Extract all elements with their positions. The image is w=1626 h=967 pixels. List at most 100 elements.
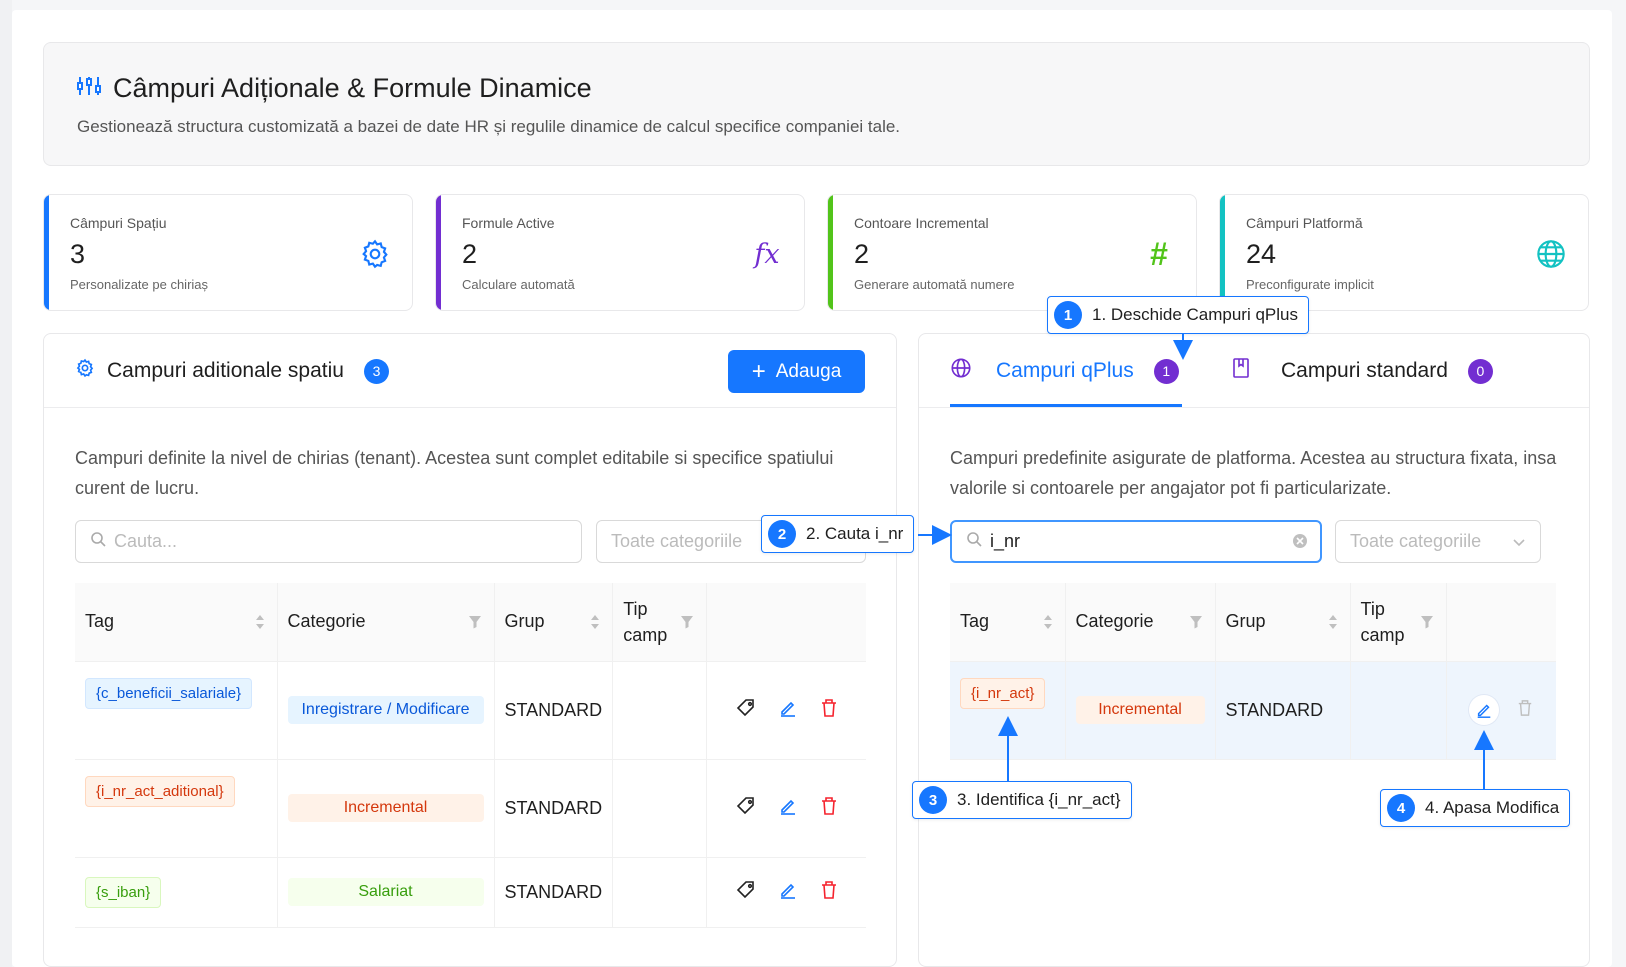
tip-cell: [612, 857, 708, 928]
group-cell: STANDARD: [494, 661, 614, 760]
panel-tabs: Campuri qPlus 1 Campuri standard 0: [919, 334, 1589, 408]
column-header-tip-camp[interactable]: Tip camp: [1350, 583, 1447, 662]
table-row: {s_iban} Salariat STANDARD: [75, 857, 866, 928]
panel-additional-fields: Campuri aditionale spatiu 3 + Adauga Cam…: [43, 333, 897, 967]
panel-title-text: Campuri aditionale spatiu: [107, 359, 344, 382]
step-number: 4: [1387, 794, 1415, 822]
group-cell: STANDARD: [1215, 661, 1351, 760]
search-input[interactable]: Cauta...: [75, 520, 582, 563]
tab-label: Campuri qPlus: [996, 359, 1134, 382]
page-header: Câmpuri Adiționale & Formule Dinamice Ge…: [43, 42, 1590, 166]
category-placeholder: Toate categoriile: [611, 531, 743, 551]
field-tag: {c_beneficii_salariale}: [85, 677, 253, 709]
clear-icon[interactable]: [1292, 533, 1308, 554]
stat-card-contoare-incremental: Contoare Incremental 2 Generare automată…: [827, 194, 1197, 311]
stat-accent-bar: [828, 195, 833, 310]
table-row: {c_beneficii_salariale} Inregistrare / M…: [75, 661, 866, 760]
plus-icon: +: [751, 357, 766, 385]
category-cell: Salariat: [277, 857, 495, 928]
column-header-actions: [706, 583, 866, 662]
delete-icon[interactable]: [820, 698, 838, 723]
search-icon: [966, 531, 982, 552]
category-tag: Inregistrare / Modificare: [287, 696, 484, 724]
table-row: {i_nr_act_aditional} Incremental STANDAR…: [75, 759, 866, 858]
tag-icon[interactable]: [736, 698, 756, 723]
filter-icon[interactable]: [1420, 615, 1434, 629]
search-icon: [90, 531, 106, 552]
stat-accent-bar: [436, 195, 441, 310]
tag-icon[interactable]: [736, 796, 756, 821]
column-header-tag[interactable]: Tag: [75, 583, 278, 662]
column-header-tip-camp[interactable]: Tip camp: [612, 583, 708, 662]
panel-description: Campuri predefinite asigurate de platfor…: [950, 448, 1557, 498]
search-input[interactable]: i_nr: [950, 520, 1322, 563]
step-number: 2: [768, 520, 796, 548]
globe-icon: [1534, 237, 1568, 271]
category-placeholder: Toate categoriile: [1350, 531, 1482, 551]
stat-sub: Preconfigurate implicit: [1246, 277, 1374, 292]
callout-step-4: 4 4. Apasa Modifica: [1380, 789, 1571, 827]
sort-icon[interactable]: [1043, 614, 1053, 630]
stat-sub: Personalizate pe chiriaș: [70, 277, 209, 292]
sliders-icon: [77, 73, 101, 104]
column-header-categorie[interactable]: Categorie: [1065, 583, 1216, 662]
delete-icon[interactable]: [820, 796, 838, 821]
callout-text: 3. Identifica {i_nr_act}: [957, 790, 1121, 809]
delete-icon[interactable]: [820, 880, 838, 905]
edit-icon[interactable]: [1469, 695, 1500, 725]
sort-icon[interactable]: [590, 614, 600, 630]
column-header-categorie[interactable]: Categorie: [277, 583, 495, 662]
chevron-down-icon: [1512, 533, 1526, 554]
tag-cell: {i_nr_act_aditional}: [75, 759, 278, 858]
tab-campuri-standard[interactable]: Campuri standard 0: [1231, 356, 1493, 386]
book-icon: [1231, 357, 1251, 385]
tag-icon[interactable]: [736, 880, 756, 905]
gear-icon: [75, 358, 95, 384]
tag-cell: {s_iban}: [75, 857, 278, 928]
stat-card-campuri-platforma: Câmpuri Platformă 24 Preconfigurate impl…: [1219, 194, 1589, 311]
edit-icon[interactable]: [778, 796, 798, 821]
filter-icon[interactable]: [1189, 615, 1203, 629]
actions-cell: [706, 759, 866, 858]
actions-cell: [706, 857, 866, 928]
stat-sub: Calculare automată: [462, 277, 575, 292]
tab-count-badge: 1: [1153, 358, 1179, 384]
edit-icon[interactable]: [778, 698, 798, 723]
sort-icon[interactable]: [1328, 614, 1338, 630]
filter-icon[interactable]: [468, 615, 482, 629]
globe-icon: [950, 357, 972, 385]
tab-campuri-qplus[interactable]: Campuri qPlus 1: [950, 356, 1179, 386]
active-tab-indicator: [950, 404, 1182, 407]
edit-icon[interactable]: [778, 880, 798, 905]
add-field-button[interactable]: + Adauga: [728, 350, 865, 393]
actions-cell: [1446, 661, 1556, 760]
column-header-grup[interactable]: Grup: [494, 583, 614, 662]
category-select[interactable]: Toate categoriile: [1335, 520, 1541, 563]
stat-label: Câmpuri Spațiu: [70, 215, 167, 231]
page-title-text: Câmpuri Adiționale & Formule Dinamice: [113, 73, 592, 103]
stat-accent-bar: [1220, 195, 1225, 310]
panel-title: Campuri aditionale spatiu 3: [75, 358, 389, 384]
category-tag: Salariat: [287, 878, 484, 906]
column-header-grup[interactable]: Grup: [1215, 583, 1351, 662]
actions-cell: [706, 661, 866, 760]
category-cell: Inregistrare / Modificare: [277, 661, 495, 760]
tip-cell: [1350, 661, 1447, 760]
right-fields-table: Tag Categorie Grup Tip camp {i_nr_act} I…: [950, 583, 1556, 760]
callout-step-2: 2 2. Cauta i_nr: [761, 515, 915, 553]
stat-sub: Generare automată numere: [854, 277, 1015, 292]
stat-value: 3: [70, 239, 86, 269]
tab-count-badge: 0: [1467, 358, 1493, 384]
filter-icon[interactable]: [680, 615, 694, 629]
delete-icon[interactable]: [1517, 699, 1533, 722]
hash-icon: #: [1150, 235, 1168, 272]
fx-icon: fx: [754, 238, 780, 270]
callout-step-3: 3 3. Identifica {i_nr_act}: [912, 781, 1132, 819]
callout-text: 1. Deschide Campuri qPlus: [1092, 305, 1298, 324]
stat-label: Câmpuri Platformă: [1246, 215, 1363, 231]
stat-label: Formule Active: [462, 215, 555, 231]
sort-icon[interactable]: [255, 614, 265, 630]
search-placeholder: Cauta...: [114, 531, 178, 551]
column-header-tag[interactable]: Tag: [950, 583, 1066, 662]
field-tag: {i_nr_act}: [960, 677, 1046, 709]
